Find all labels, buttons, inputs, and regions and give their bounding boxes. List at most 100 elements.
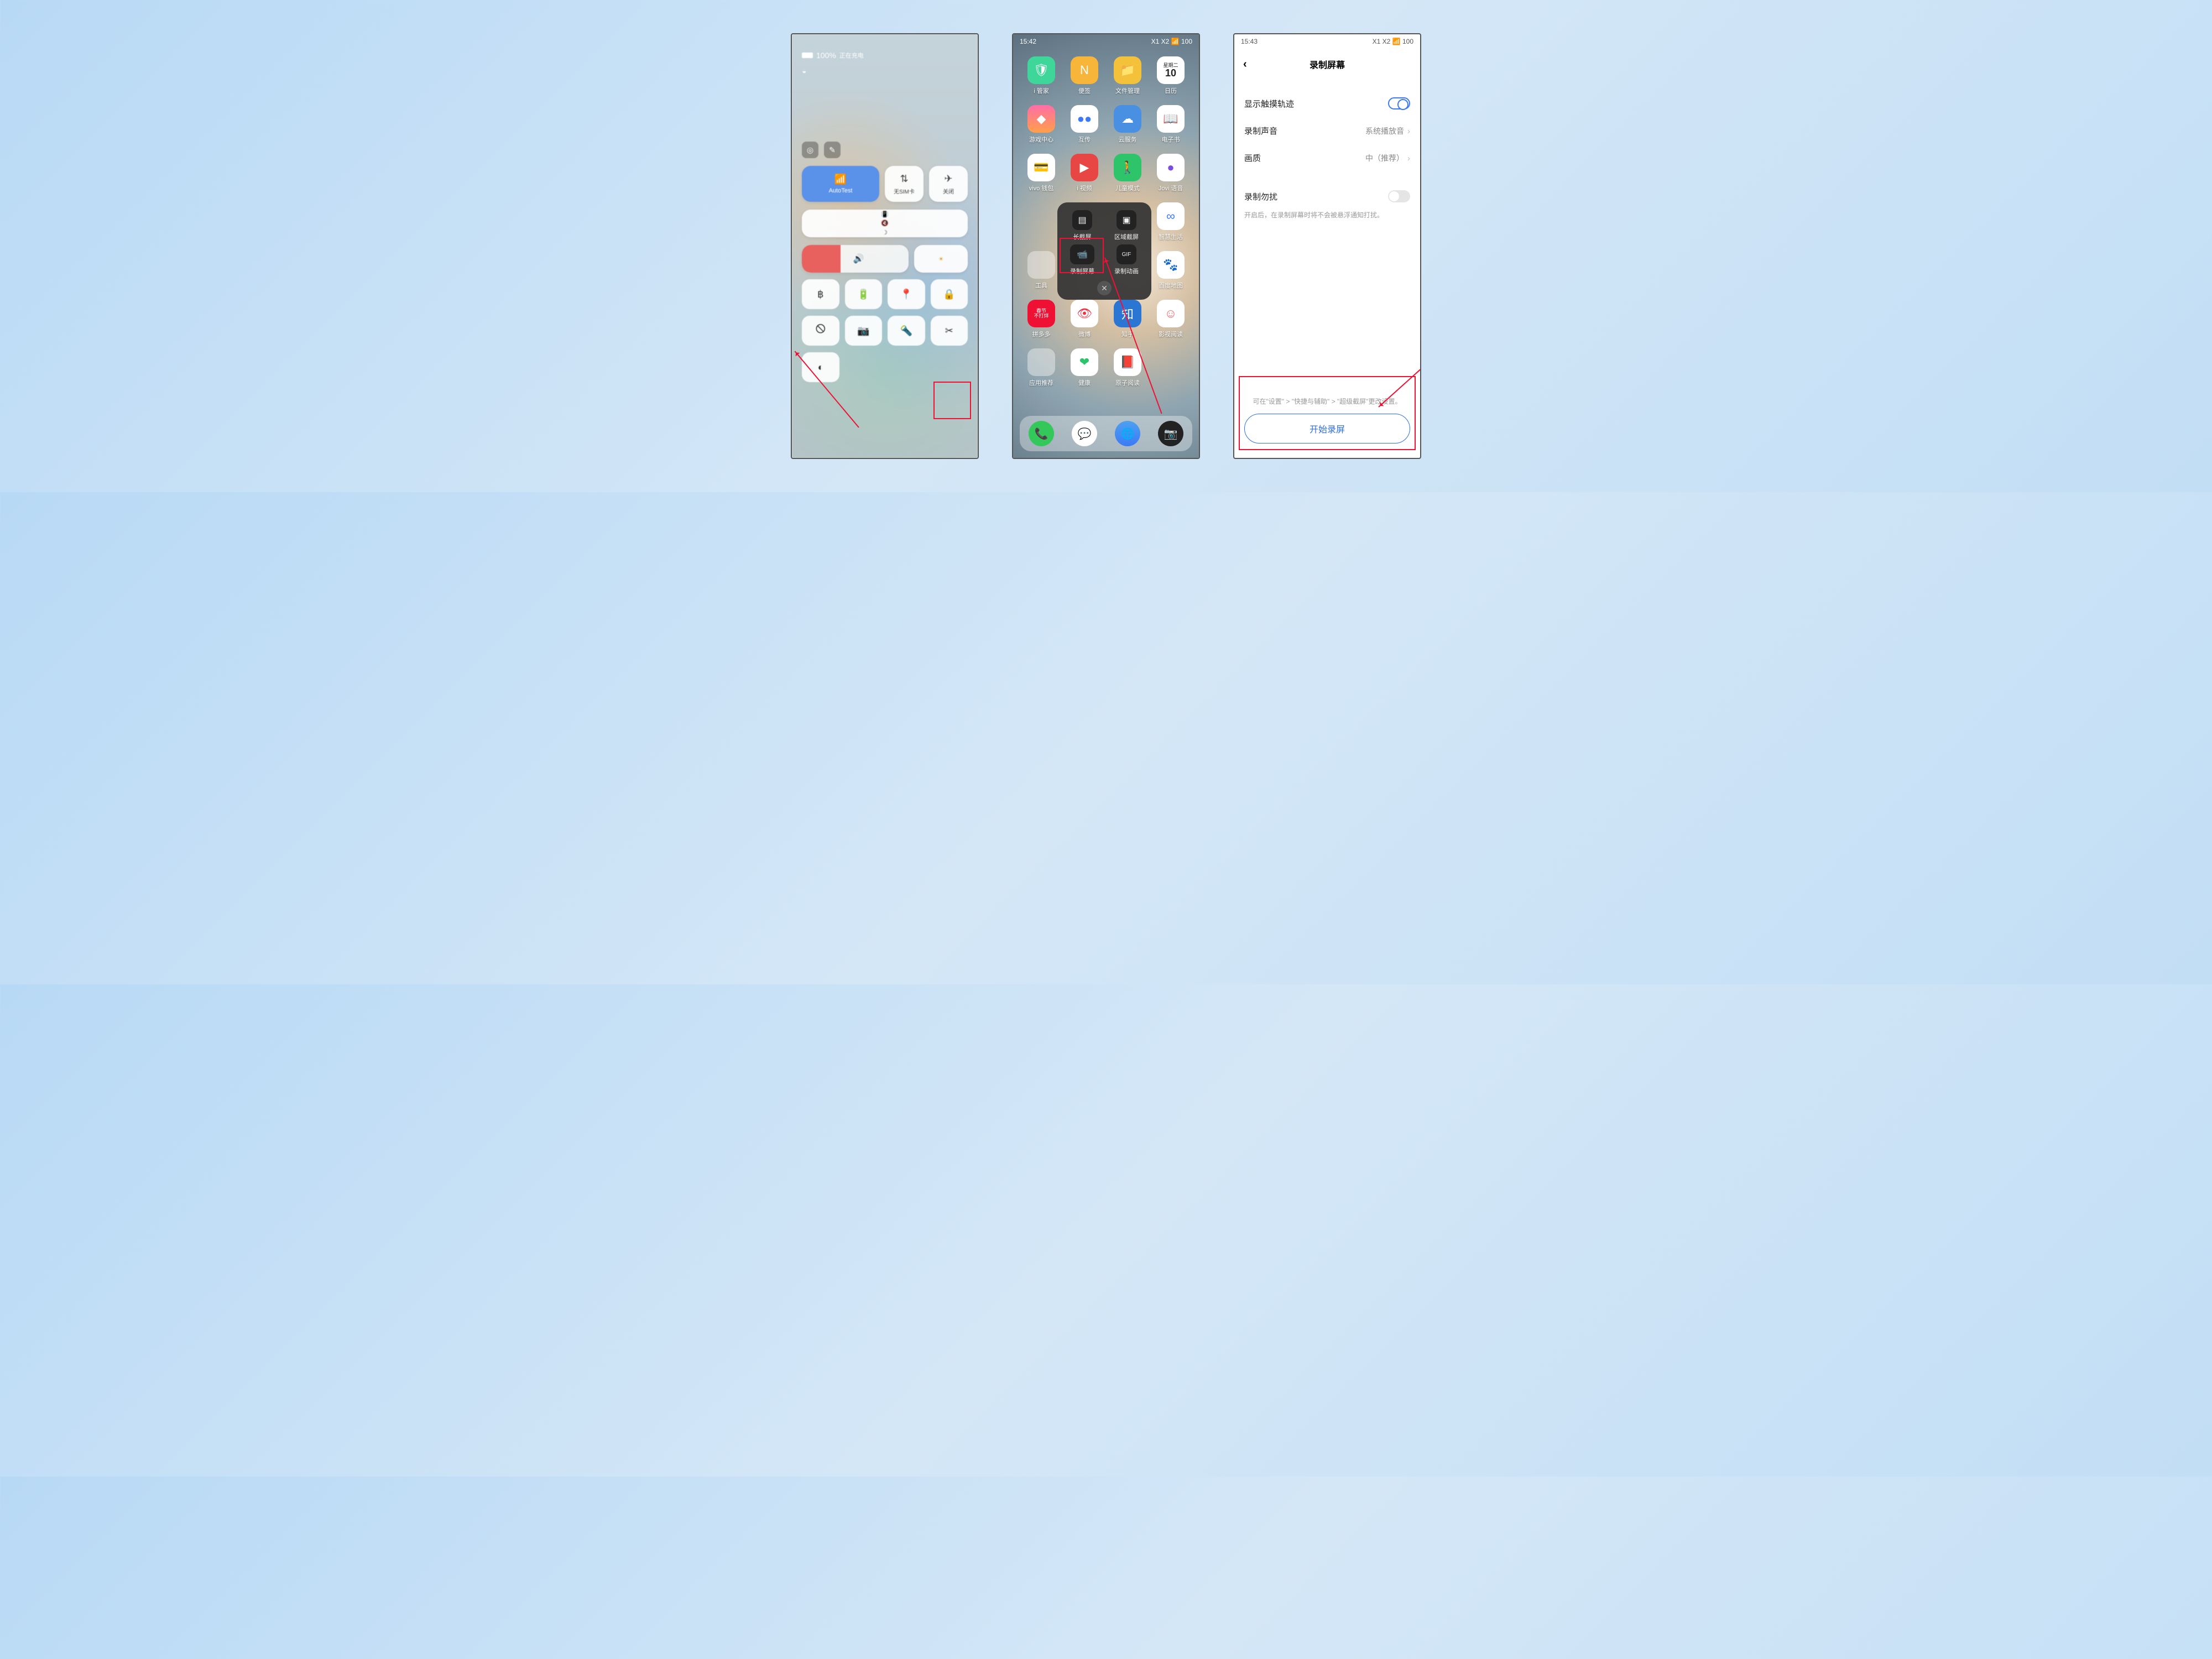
app-cloud[interactable]: ☁云服务 [1109, 105, 1146, 144]
highlight-box [1060, 238, 1104, 273]
battery-icon: 🔋 [857, 289, 869, 300]
long-screenshot-icon: ▤ [1072, 210, 1092, 230]
app-label: 影视阅读 [1159, 330, 1183, 338]
app-label: 云服务 [1119, 135, 1137, 144]
app-notes[interactable]: N便签 [1066, 56, 1103, 95]
popover-label: 录制动画 [1114, 267, 1139, 275]
brightness-icon: ☀ [938, 255, 944, 263]
app-label: 互传 [1078, 135, 1091, 144]
app-smartlife[interactable]: ∞智慧生活 [1152, 202, 1189, 241]
app-label: 儿童模式 [1115, 184, 1140, 192]
app-transfer[interactable]: ●●互传 [1066, 105, 1103, 144]
mobile-data-tile[interactable]: ⇅ 无SIM卡 [885, 166, 924, 202]
setting-touch-trace[interactable]: 显示触摸轨迹 [1234, 90, 1420, 117]
dock: 📞 💬 🌐 📷 [1020, 416, 1192, 451]
setting-value: 系统播放音 [1365, 127, 1404, 135]
bluetooth-icon: ฿ [817, 289, 823, 300]
volume-slider[interactable]: 🔊 [802, 245, 909, 273]
app-jovi[interactable]: ●Jovi 语音 [1152, 154, 1189, 192]
chevron-right-icon: › [1407, 154, 1410, 163]
bluetooth-tile[interactable]: ฿ [802, 279, 839, 309]
popover-area-screenshot[interactable]: ▣区域截屏 [1106, 210, 1147, 241]
toggle-off-icon[interactable] [1388, 190, 1410, 202]
highlight-box [1239, 376, 1416, 450]
wifi-label: AutoTest [829, 187, 853, 194]
app-files[interactable]: 📁文件管理 [1109, 56, 1146, 95]
app-label: 智慧生活 [1159, 232, 1183, 241]
status-time: 15:43 [1241, 38, 1258, 45]
app-weibo[interactable]: 👁微博 [1066, 300, 1103, 338]
status-bar: 15:42 X1 X2 📶 100 [1013, 34, 1199, 49]
flashlight-tile[interactable]: 🔦 [888, 316, 925, 346]
app-baidumap[interactable]: 🐾百度地图 [1152, 251, 1189, 290]
rotation-icon: 🔒 [943, 289, 955, 300]
app-health[interactable]: ❤健康 [1066, 348, 1103, 387]
contrast-icon: ◐ [818, 362, 824, 373]
airplane-tile[interactable]: ✈ 关闭 [929, 166, 968, 202]
airplane-icon: ✈ [944, 173, 952, 185]
phone-record-settings: 15:43 X1 X2 📶 100 ‹ 录制屏幕 显示触摸轨迹 录制声音 系统播… [1233, 33, 1421, 459]
wifi-tile[interactable]: 📶 AutoTest [802, 166, 879, 202]
page-title: 录制屏幕 [1310, 58, 1345, 71]
app-label: i 视频 [1077, 184, 1092, 192]
sim-label: 无SIM卡 [894, 187, 915, 195]
app-label: 健康 [1078, 378, 1091, 387]
app-kidmode[interactable]: 🚶儿童模式 [1109, 154, 1146, 192]
app-pdd[interactable]: 春节不打烊拼多多 [1023, 300, 1060, 338]
popover-long-screenshot[interactable]: ▤长截屏 [1062, 210, 1103, 241]
app-label: 微博 [1078, 330, 1091, 338]
setting-label: 录制声音 [1244, 125, 1277, 137]
app-imanager[interactable]: 🛡i 管家 [1023, 56, 1060, 95]
chevron-right-icon: › [1407, 127, 1410, 136]
back-button[interactable]: ‹ [1243, 58, 1247, 71]
camera-tile[interactable]: 📷 [845, 316, 883, 346]
app-label: vivo 钱包 [1029, 184, 1054, 192]
battery-icon [802, 53, 813, 58]
rotation-lock-tile[interactable]: 🔒 [931, 279, 968, 309]
screenshot-icon: ✂ [945, 325, 953, 337]
battery-percent: 100% [816, 51, 836, 60]
setting-dnd[interactable]: 录制勿扰 [1234, 182, 1420, 210]
app-label: 日历 [1165, 86, 1177, 95]
app-calendar[interactable]: 星期二10日历 [1152, 56, 1189, 95]
brightness-tile[interactable]: ☀ [914, 245, 968, 273]
app-tools-folder[interactable]: 工具 [1023, 251, 1060, 290]
location-icon: 📍 [900, 289, 912, 300]
popover-gif-record[interactable]: GIF录制动画 [1106, 244, 1147, 275]
vibrate-icon: 📳 [881, 211, 889, 218]
mute-icon: 🔇 [881, 220, 889, 227]
app-label: 文件管理 [1115, 86, 1140, 95]
phone-control-center: 100% 正在充电 ◒ ◎ ✎ 📶 AutoTest ⇅ 无SIM卡 ✈ 关闭 … [791, 33, 979, 459]
dock-messages[interactable]: 💬 [1072, 421, 1097, 446]
app-gamecenter[interactable]: ◆游戏中心 [1023, 105, 1060, 144]
settings-chip[interactable]: ◎ [802, 142, 818, 158]
screenshot-tile[interactable]: ✂ [931, 316, 968, 346]
setting-sound[interactable]: 录制声音 系统播放音› [1234, 117, 1420, 144]
airplane-label: 关闭 [943, 187, 954, 195]
app-ebook[interactable]: 📖电子书 [1152, 105, 1189, 144]
batterysaver-tile[interactable]: 🔋 [845, 279, 883, 309]
flashlight-icon: 🔦 [900, 325, 912, 337]
dock-camera[interactable]: 📷 [1158, 421, 1183, 446]
sound-mode-tile[interactable]: 📳 🔇 ☽ [802, 210, 968, 237]
speed-tile[interactable]: 🛇 [802, 316, 839, 346]
speed-icon: 🛇 [816, 322, 826, 339]
app-label: 百度地图 [1159, 281, 1183, 290]
area-screenshot-icon: ▣ [1117, 210, 1136, 230]
app-wallet[interactable]: 💳vivo 钱包 [1023, 154, 1060, 192]
edit-chip[interactable]: ✎ [824, 142, 841, 158]
location-tile[interactable]: 📍 [888, 279, 925, 309]
camera-icon: 📷 [857, 325, 869, 337]
toggle-on-icon[interactable] [1388, 97, 1410, 109]
setting-label: 录制勿扰 [1244, 191, 1277, 202]
setting-quality[interactable]: 画质 中（推荐）› [1234, 144, 1420, 171]
moon-icon: ☽ [882, 229, 888, 236]
dock-browser[interactable]: 🌐 [1115, 421, 1140, 446]
dock-phone[interactable]: 📞 [1029, 421, 1054, 446]
app-recommend-folder[interactable]: 应用推荐 [1023, 348, 1060, 387]
app-ivideo[interactable]: ▶i 视频 [1066, 154, 1103, 192]
status-time: 15:42 [1020, 38, 1036, 45]
app-video-read[interactable]: ☺影视阅读 [1152, 300, 1189, 338]
popover-close-button[interactable]: ✕ [1097, 281, 1112, 295]
battery-status: 100% 正在充电 [802, 51, 968, 60]
